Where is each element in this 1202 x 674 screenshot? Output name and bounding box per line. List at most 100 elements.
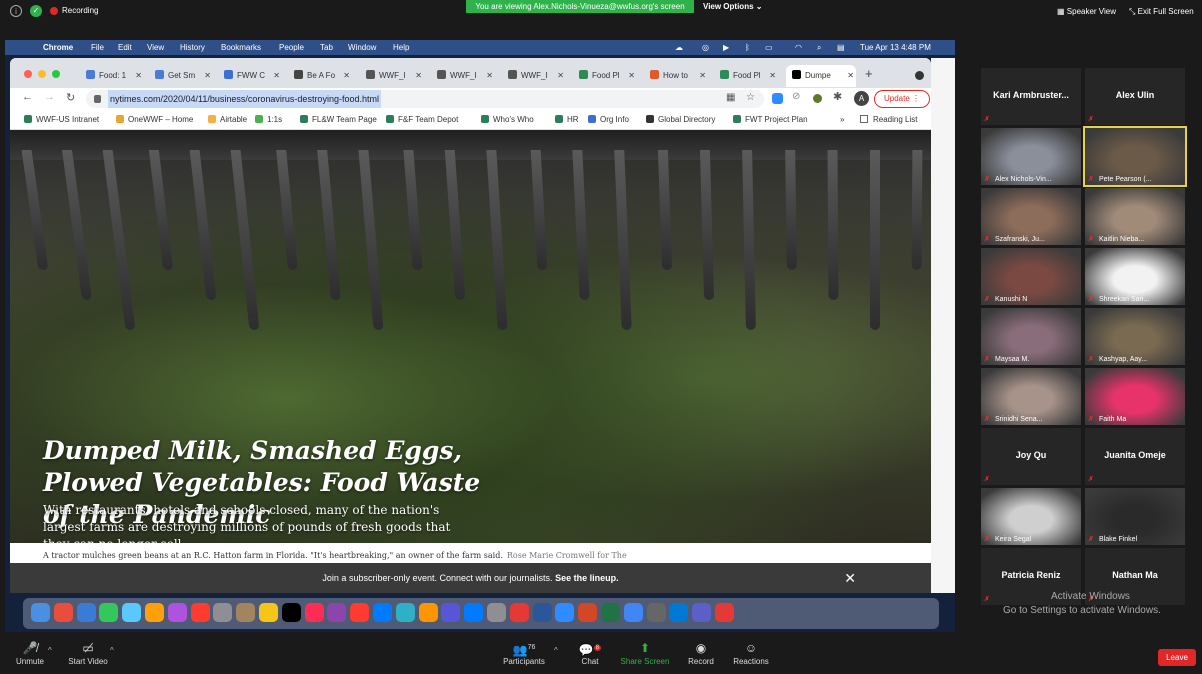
menu-window[interactable]: Window [348, 40, 376, 55]
dock-app-icon[interactable] [145, 603, 164, 622]
cloud-icon[interactable]: ☁ [675, 40, 683, 55]
dock-app-icon[interactable] [555, 603, 575, 622]
browser-tab[interactable]: Get Sm ✕ [149, 65, 213, 87]
exit-full-screen-button[interactable]: ⤡ Exit Full Screen [1129, 4, 1194, 19]
close-banner-icon[interactable]: ✕ [844, 563, 856, 593]
bookmark-item[interactable]: HR [555, 110, 579, 130]
menu-view[interactable]: View [147, 40, 164, 55]
dock-app-icon[interactable] [646, 603, 666, 622]
share-screen-button[interactable]: ⬆ Share Screen [615, 639, 675, 666]
bookmark-item[interactable]: FL&W Team Page [300, 110, 377, 130]
bookmark-item[interactable]: Who's Who [481, 110, 534, 130]
spotlight-search-icon[interactable]: ⌕ [817, 40, 821, 55]
menu-edit[interactable]: Edit [118, 40, 132, 55]
participant-tile[interactable]: Kaitlin Nieba... ✗ [1085, 188, 1185, 245]
browser-tab[interactable]: Be A Fo ✕ [288, 65, 352, 87]
qr-code-icon[interactable]: ▦ [726, 92, 735, 103]
dock-app-icon[interactable] [327, 603, 347, 622]
menu-tab[interactable]: Tab [320, 40, 333, 55]
browser-tab[interactable]: WWF_I ✕ [431, 65, 495, 87]
bookmark-star-icon[interactable]: ☆ [746, 92, 755, 103]
dock-app-icon[interactable] [623, 603, 643, 622]
puzzle-extensions-icon[interactable]: ✱ [833, 90, 842, 103]
extension-icon[interactable] [813, 94, 822, 103]
browser-tab[interactable]: FWW C ✕ [218, 65, 282, 87]
dock-app-icon[interactable] [281, 603, 301, 622]
bookmark-item[interactable]: Global Directory [646, 110, 715, 130]
dock-app-icon[interactable] [578, 603, 598, 622]
close-tab-icon[interactable]: ✕ [343, 65, 350, 87]
participant-tile[interactable]: Shreekari Sari... ✗ [1085, 248, 1185, 305]
dock-app-icon[interactable] [441, 603, 461, 622]
clip-extension-icon[interactable]: ⊘ [792, 91, 800, 102]
close-tab-icon[interactable]: ✕ [557, 65, 564, 87]
dock-app-icon[interactable] [76, 603, 96, 622]
new-tab-icon[interactable]: + [865, 66, 873, 81]
menubar-clock[interactable]: Tue Apr 13 4:48 PM [860, 40, 931, 55]
dock-app-icon[interactable] [31, 603, 50, 622]
menu-people[interactable]: People [279, 40, 304, 55]
participant-tile[interactable]: Kari Armbruster... ✗ [981, 68, 1081, 125]
dock-app-icon[interactable] [509, 603, 529, 622]
bookmark-item[interactable]: WWF-US Intranet [24, 110, 99, 130]
participant-tile[interactable]: Blake Finkel ✗ [1085, 488, 1185, 545]
url-text[interactable]: nytimes.com/2020/04/11/business/coronavi… [108, 90, 381, 108]
video-options-chevron-icon[interactable]: ^ [110, 646, 114, 655]
dock-app-icon[interactable] [601, 603, 620, 622]
participant-tile[interactable]: Srinidhi Sena... ✗ [981, 368, 1081, 425]
dock-app-icon[interactable] [190, 603, 210, 622]
audio-options-chevron-icon[interactable]: ^ [48, 646, 52, 655]
bookmark-item[interactable]: OneWWF – Home [116, 110, 193, 130]
minimize-window-icon[interactable] [38, 70, 46, 78]
participants-button[interactable]: 👥76 Participants [494, 639, 554, 666]
bookmark-item[interactable]: Org Info [588, 110, 629, 130]
participant-tile[interactable]: Keira Segal ✗ [981, 488, 1081, 545]
more-bookmarks-icon[interactable]: » [840, 110, 844, 130]
participant-tile[interactable]: Alex Nichols-Vin... ✗ [981, 128, 1081, 185]
participant-tile[interactable]: Juanita Omeje ✗ [1085, 428, 1185, 485]
menu-history[interactable]: History [180, 40, 205, 55]
close-tab-icon[interactable]: ✕ [135, 65, 142, 87]
participant-tile[interactable]: Pete Pearson (... ✗ [1083, 126, 1187, 187]
view-options-button[interactable]: View Options ⌄ [703, 0, 762, 13]
tab-search-icon[interactable] [915, 71, 924, 80]
reload-icon[interactable]: ↻ [66, 91, 75, 104]
dock-app-icon[interactable] [304, 603, 324, 622]
globe-icon[interactable]: ◎ [702, 40, 709, 55]
start-video-button[interactable]: ▭̸ Start Video [58, 639, 118, 666]
play-icon[interactable]: ▶ [723, 40, 729, 55]
lock-icon[interactable] [94, 95, 101, 103]
participant-tile[interactable]: Alex Ulin ✗ [1085, 68, 1185, 125]
dock-app-icon[interactable] [167, 603, 187, 622]
participant-tile[interactable]: Maysaa M. ✗ [981, 308, 1081, 365]
close-tab-icon[interactable]: ✕ [273, 65, 280, 87]
bookmark-item[interactable]: F&F Team Depot [386, 110, 458, 130]
menubar-app-name[interactable]: Chrome [43, 40, 73, 55]
dock-app-icon[interactable] [122, 603, 142, 622]
close-tab-icon[interactable]: ✕ [204, 65, 211, 87]
bookmark-item[interactable]: FWT Project Plan [733, 110, 808, 130]
control-center-icon[interactable]: ▤ [837, 40, 845, 55]
browser-tab[interactable]: Food Pl ✕ [714, 65, 778, 87]
close-window-icon[interactable] [24, 70, 32, 78]
profile-avatar[interactable]: A [854, 91, 869, 106]
wifi-icon[interactable]: ◠ [795, 40, 802, 55]
close-tab-icon[interactable]: ✕ [847, 65, 854, 87]
see-lineup-link[interactable]: See the lineup. [555, 573, 619, 583]
security-shield-icon[interactable]: ✓ [30, 5, 42, 17]
browser-tab[interactable]: Dumpe ✕ [786, 65, 856, 87]
dock-app-icon[interactable] [487, 603, 506, 622]
dock-app-icon[interactable] [373, 603, 392, 622]
participant-tile[interactable]: Szafranski, Ju... ✗ [981, 188, 1081, 245]
close-tab-icon[interactable]: ✕ [628, 65, 635, 87]
reactions-button[interactable]: ☺ Reactions [721, 639, 781, 666]
dock-app-icon[interactable] [259, 603, 278, 622]
dock-app-icon[interactable] [350, 603, 370, 622]
menu-bookmarks[interactable]: Bookmarks [221, 40, 261, 55]
participant-tile[interactable]: Kanushi N ✗ [981, 248, 1081, 305]
dock-app-icon[interactable] [213, 603, 233, 622]
dock-app-icon[interactable] [715, 603, 734, 622]
info-icon[interactable]: i [10, 5, 22, 17]
dock-app-icon[interactable] [418, 603, 438, 622]
browser-tab[interactable]: Food: 1 ✕ [80, 65, 144, 87]
